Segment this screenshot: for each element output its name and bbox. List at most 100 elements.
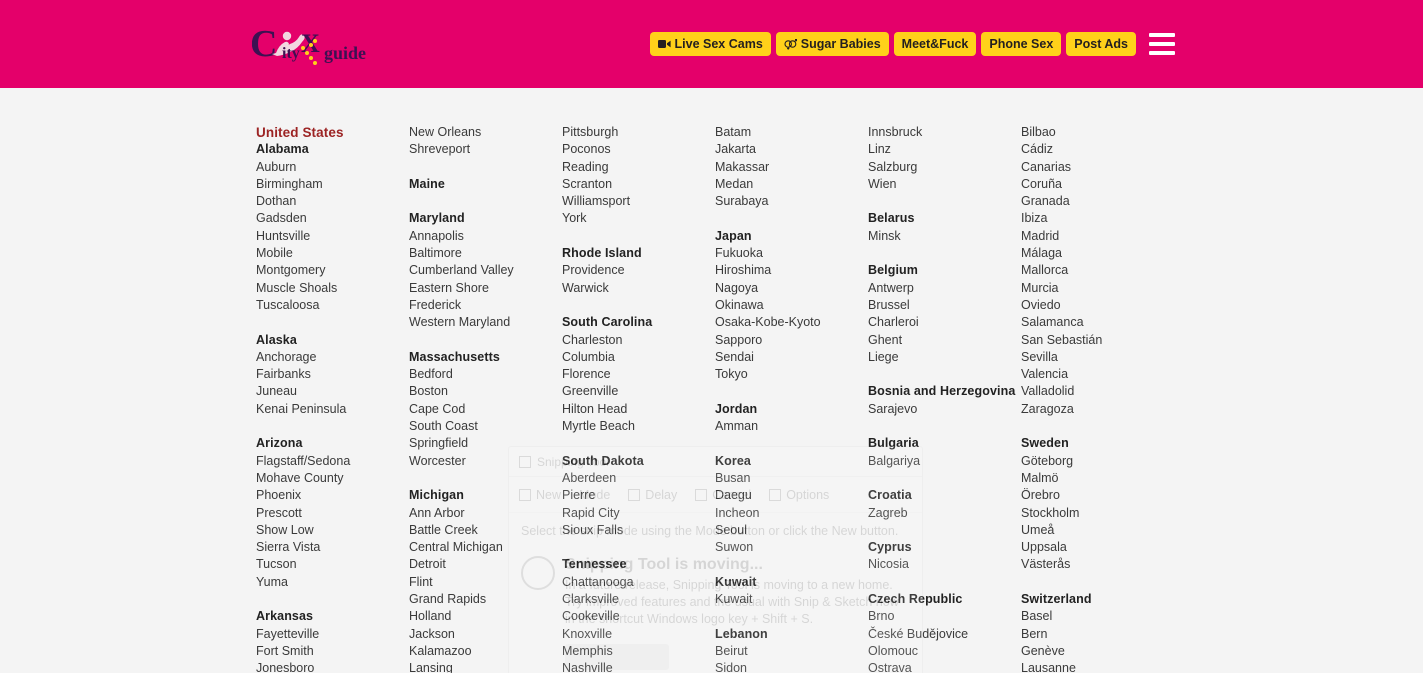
directory-city-link[interactable]: Lausanne	[1021, 660, 1177, 673]
directory-city-link[interactable]: Myrtle Beach	[562, 418, 715, 435]
directory-city-link[interactable]: Göteborg	[1021, 453, 1177, 470]
directory-state-heading[interactable]: Bulgaria	[868, 435, 1021, 452]
directory-city-link[interactable]: Sierra Vista	[256, 539, 409, 556]
directory-city-link[interactable]: Rapid City	[562, 505, 715, 522]
directory-state-heading[interactable]: South Dakota	[562, 453, 715, 470]
directory-city-link[interactable]: Charleston	[562, 332, 715, 349]
directory-state-heading[interactable]: Kuwait	[715, 574, 868, 591]
directory-city-link[interactable]: Flagstaff/Sedona	[256, 453, 409, 470]
directory-state-heading[interactable]: Bosnia and Herzegovina	[868, 383, 1021, 400]
directory-city-link[interactable]: Jackson	[409, 626, 562, 643]
directory-city-link[interactable]: Chattanooga	[562, 574, 715, 591]
directory-city-link[interactable]: Kalamazoo	[409, 643, 562, 660]
directory-city-link[interactable]: Salamanca	[1021, 314, 1177, 331]
directory-city-link[interactable]: Sevilla	[1021, 349, 1177, 366]
directory-city-link[interactable]: Granada	[1021, 193, 1177, 210]
directory-state-heading[interactable]: Alaska	[256, 332, 409, 349]
directory-city-link[interactable]: Genève	[1021, 643, 1177, 660]
directory-city-link[interactable]: Boston	[409, 383, 562, 400]
directory-city-link[interactable]: York	[562, 210, 715, 227]
directory-city-link[interactable]: Coruña	[1021, 176, 1177, 193]
directory-state-heading[interactable]: Arizona	[256, 435, 409, 452]
directory-city-link[interactable]: Providence	[562, 262, 715, 279]
directory-city-link[interactable]: Fort Smith	[256, 643, 409, 660]
directory-state-heading[interactable]: Maine	[409, 176, 562, 193]
directory-city-link[interactable]: Västerås	[1021, 556, 1177, 573]
directory-city-link[interactable]: New Orleans	[409, 124, 562, 141]
directory-city-link[interactable]: Beirut	[715, 643, 868, 660]
directory-city-link[interactable]: Williamsport	[562, 193, 715, 210]
live-sex-cams-button[interactable]: Live Sex Cams	[649, 32, 771, 56]
directory-state-heading[interactable]: Switzerland	[1021, 591, 1177, 608]
directory-city-link[interactable]: Innsbruck	[868, 124, 1021, 141]
directory-city-link[interactable]: Reading	[562, 159, 715, 176]
directory-city-link[interactable]: Malmö	[1021, 470, 1177, 487]
directory-state-heading[interactable]: Tennessee	[562, 556, 715, 573]
directory-city-link[interactable]: Wien	[868, 176, 1021, 193]
directory-state-heading[interactable]: Korea	[715, 453, 868, 470]
directory-city-link[interactable]: Murcia	[1021, 280, 1177, 297]
directory-city-link[interactable]: Tuscaloosa	[256, 297, 409, 314]
directory-city-link[interactable]: San Sebastián	[1021, 332, 1177, 349]
directory-city-link[interactable]: Málaga	[1021, 245, 1177, 262]
directory-city-link[interactable]: Ann Arbor	[409, 505, 562, 522]
directory-city-link[interactable]: Fukuoka	[715, 245, 868, 262]
directory-city-link[interactable]: Nagoya	[715, 280, 868, 297]
directory-city-link[interactable]: Nashville	[562, 660, 715, 673]
directory-city-link[interactable]: Annapolis	[409, 228, 562, 245]
directory-city-link[interactable]: Brussel	[868, 297, 1021, 314]
directory-city-link[interactable]: Zagreb	[868, 505, 1021, 522]
directory-city-link[interactable]: Bilbao	[1021, 124, 1177, 141]
directory-city-link[interactable]: Western Maryland	[409, 314, 562, 331]
directory-city-link[interactable]: Brno	[868, 608, 1021, 625]
directory-city-link[interactable]: Cookeville	[562, 608, 715, 625]
directory-city-link[interactable]: Eastern Shore	[409, 280, 562, 297]
directory-city-link[interactable]: Central Michigan	[409, 539, 562, 556]
directory-city-link[interactable]: Seoul	[715, 522, 868, 539]
directory-city-link[interactable]: Balgariya	[868, 453, 1021, 470]
directory-city-link[interactable]: Busan	[715, 470, 868, 487]
directory-city-link[interactable]: Ibiza	[1021, 210, 1177, 227]
directory-city-link[interactable]: Clarksville	[562, 591, 715, 608]
directory-city-link[interactable]: Juneau	[256, 383, 409, 400]
directory-city-link[interactable]: Mohave County	[256, 470, 409, 487]
directory-city-link[interactable]: Jonesboro	[256, 660, 409, 673]
directory-city-link[interactable]: Greenville	[562, 383, 715, 400]
directory-city-link[interactable]: Kuwait	[715, 591, 868, 608]
directory-city-link[interactable]: Lansing	[409, 660, 562, 673]
directory-city-link[interactable]: Nicosia	[868, 556, 1021, 573]
directory-city-link[interactable]: Battle Creek	[409, 522, 562, 539]
directory-city-link[interactable]: Mobile	[256, 245, 409, 262]
directory-city-link[interactable]: Antwerp	[868, 280, 1021, 297]
directory-city-link[interactable]: Pierre	[562, 487, 715, 504]
directory-city-link[interactable]: Uppsala	[1021, 539, 1177, 556]
directory-city-link[interactable]: Fayetteville	[256, 626, 409, 643]
directory-city-link[interactable]: Cádiz	[1021, 141, 1177, 158]
hamburger-menu-icon[interactable]	[1149, 33, 1175, 55]
directory-city-link[interactable]: Flint	[409, 574, 562, 591]
directory-city-link[interactable]: České Budějovice	[868, 626, 1021, 643]
directory-city-link[interactable]: Bedford	[409, 366, 562, 383]
directory-city-link[interactable]: Columbia	[562, 349, 715, 366]
directory-state-heading[interactable]: Sweden	[1021, 435, 1177, 452]
directory-city-link[interactable]: Yuma	[256, 574, 409, 591]
directory-state-heading[interactable]: Cyprus	[868, 539, 1021, 556]
directory-state-heading[interactable]: Japan	[715, 228, 868, 245]
directory-state-heading[interactable]: Lebanon	[715, 626, 868, 643]
directory-city-link[interactable]: Memphis	[562, 643, 715, 660]
directory-city-link[interactable]: Shreveport	[409, 141, 562, 158]
directory-city-link[interactable]: Madrid	[1021, 228, 1177, 245]
directory-city-link[interactable]: Aberdeen	[562, 470, 715, 487]
directory-state-heading[interactable]: Maryland	[409, 210, 562, 227]
directory-city-link[interactable]: Suwon	[715, 539, 868, 556]
directory-city-link[interactable]: Kenai Peninsula	[256, 401, 409, 418]
directory-state-heading[interactable]: Jordan	[715, 401, 868, 418]
directory-city-link[interactable]: Poconos	[562, 141, 715, 158]
directory-state-heading[interactable]: Arkansas	[256, 608, 409, 625]
directory-city-link[interactable]: Tokyo	[715, 366, 868, 383]
directory-city-link[interactable]: Basel	[1021, 608, 1177, 625]
directory-city-link[interactable]: Oviedo	[1021, 297, 1177, 314]
directory-city-link[interactable]: Anchorage	[256, 349, 409, 366]
directory-city-link[interactable]: Huntsville	[256, 228, 409, 245]
directory-city-link[interactable]: Surabaya	[715, 193, 868, 210]
